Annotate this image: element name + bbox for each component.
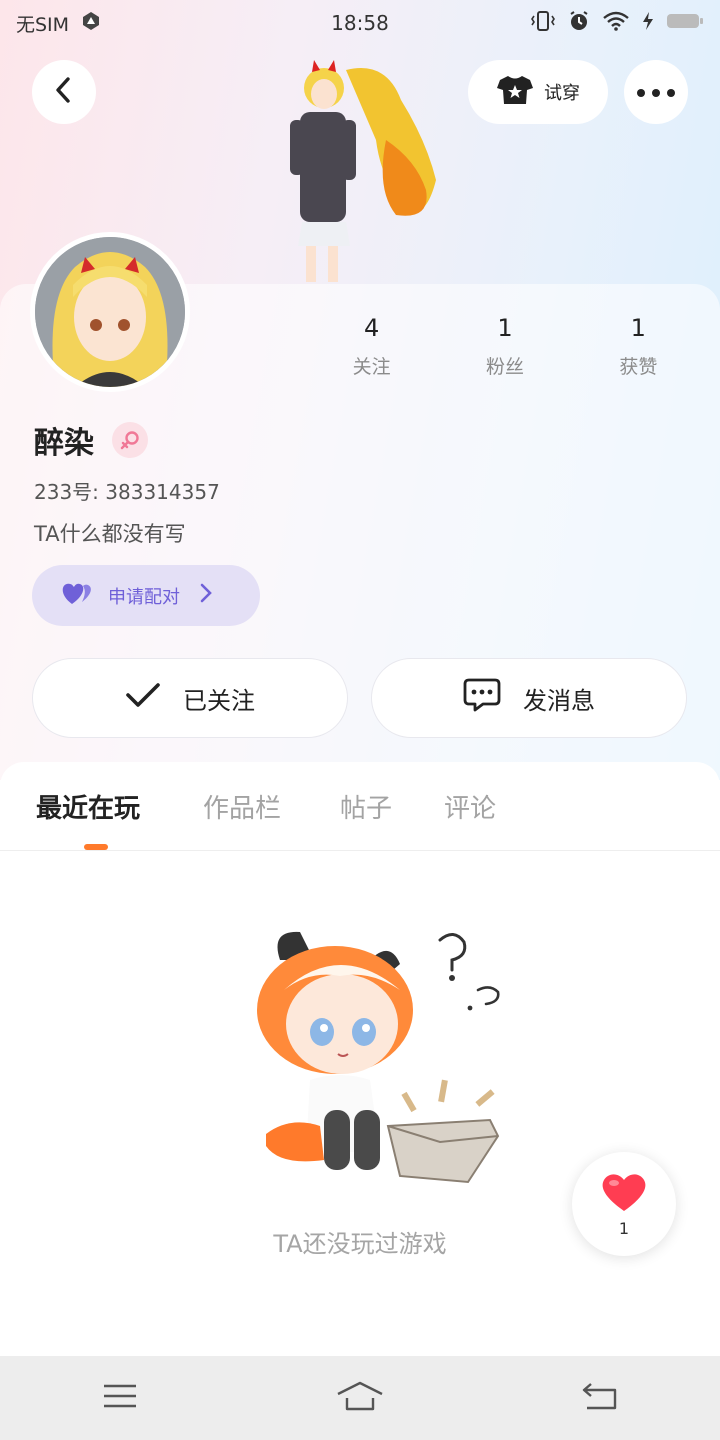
- wifi-icon: [602, 11, 630, 36]
- tryon-button[interactable]: 试穿: [468, 60, 608, 124]
- more-dots-icon: [636, 83, 676, 102]
- send-message-button[interactable]: 发消息: [371, 658, 687, 738]
- tab-bar: 最近在玩 作品栏 帖子 评论: [0, 762, 720, 851]
- female-gender-icon: [112, 422, 148, 458]
- nav-menu-button[interactable]: [85, 1373, 155, 1423]
- double-heart-icon: [60, 580, 94, 611]
- more-options-button[interactable]: [624, 60, 688, 124]
- app-notification-icon: [81, 11, 101, 36]
- home-icon: [335, 1380, 385, 1416]
- user-id: 233号: 383314357: [34, 480, 220, 504]
- heart-icon: [600, 1171, 648, 1217]
- tryon-label: 试穿: [544, 83, 580, 104]
- stat-followers[interactable]: 1 粉丝: [438, 314, 571, 379]
- tab-comments[interactable]: 评论: [444, 788, 496, 825]
- bio: TA什么都没有写: [34, 522, 186, 546]
- nickname: 醉染: [34, 426, 94, 461]
- profile-stats: 4 关注 1 粉丝 1 获赞: [305, 314, 705, 379]
- chevron-right-icon: [200, 583, 212, 609]
- stat-likes-label: 获赞: [619, 356, 658, 378]
- check-icon: [125, 681, 161, 715]
- status-time: 18:58: [331, 11, 389, 35]
- like-count: 1: [618, 1218, 630, 1238]
- stat-likes-value: 1: [630, 314, 646, 342]
- vibrate-icon: [530, 10, 556, 37]
- floating-like-button[interactable]: 1: [572, 1152, 676, 1256]
- nav-home-button[interactable]: [325, 1373, 395, 1423]
- stat-following-value: 4: [364, 314, 380, 342]
- avatar[interactable]: [30, 232, 190, 392]
- nav-back-button[interactable]: [565, 1373, 635, 1423]
- tab-posts[interactable]: 帖子: [340, 788, 392, 825]
- stat-following-label: 关注: [352, 356, 391, 378]
- active-tab-indicator: [84, 844, 108, 850]
- tshirt-icon: [496, 74, 534, 111]
- chat-bubble-icon: [463, 677, 501, 719]
- tab-works[interactable]: 作品栏: [203, 788, 281, 825]
- send-message-label: 发消息: [523, 686, 595, 715]
- followed-label: 已关注: [183, 686, 255, 715]
- request-pair-label: 申请配对: [108, 586, 180, 608]
- stat-likes[interactable]: 1 获赞: [572, 314, 705, 379]
- stat-followers-label: 粉丝: [485, 356, 524, 378]
- stat-following[interactable]: 4 关注: [305, 314, 438, 379]
- status-bar: 无SIM 18:58: [0, 0, 720, 46]
- followed-button[interactable]: 已关注: [32, 658, 348, 738]
- back-arrow-icon: [581, 1381, 619, 1415]
- stat-followers-value: 1: [497, 314, 513, 342]
- charging-icon: [642, 11, 654, 36]
- chevron-left-icon: [52, 76, 76, 108]
- request-pair-button[interactable]: 申请配对: [32, 565, 260, 626]
- battery-icon: [666, 11, 704, 36]
- character-figure[interactable]: [276, 50, 446, 285]
- tab-recently-played[interactable]: 最近在玩: [36, 788, 140, 825]
- system-nav-bar: [0, 1356, 720, 1440]
- empty-state-illustration: [240, 920, 510, 1190]
- back-button[interactable]: [32, 60, 96, 124]
- carrier-label: 无SIM: [16, 13, 70, 36]
- menu-icon: [102, 1382, 138, 1414]
- alarm-icon: [568, 10, 590, 37]
